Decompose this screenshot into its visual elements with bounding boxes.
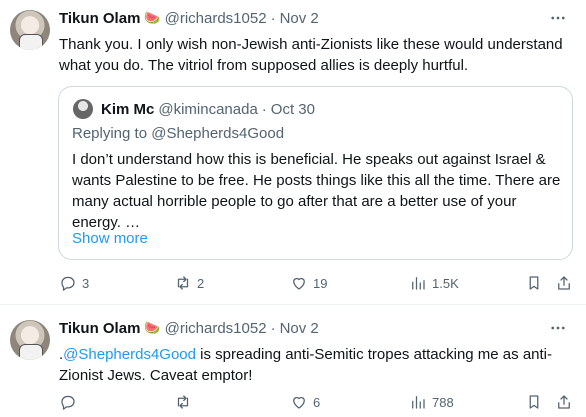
views-bars-icon [412,277,425,290]
replying-to-prefix: Replying to [72,125,152,142]
bookmark-icon [529,276,539,290]
separator-dot: · [270,319,276,337]
share-upload-icon [558,395,570,409]
avatar[interactable] [10,320,50,360]
repost-arrows-icon [177,276,189,290]
replying-to-handle[interactable]: @Shepherds4Good [151,125,284,142]
replying-to-line: Replying to @Shepherds4Good [72,125,284,142]
like-count: 19 [313,275,328,291]
watermelon-emoji: 🍉 [144,320,161,335]
views-button[interactable]: 788 [409,392,454,412]
author-name[interactable]: Tikun Olam [59,10,140,27]
action-bar: 3 2 19 1.5K [59,273,574,293]
more-dots-icon[interactable] [546,8,570,28]
tweet-header: Tikun Olam 🍉 @richards1052 · Nov 2 [59,318,319,338]
more-dots-icon[interactable] [546,318,570,338]
bookmark-button[interactable] [525,392,543,412]
quoted-avatar[interactable] [73,99,93,119]
bookmark-button[interactable] [525,273,543,293]
repost-count: 2 [197,275,205,291]
separator-dot: · [270,9,276,27]
heart-icon [293,396,305,409]
repost-button[interactable] [174,392,197,412]
share-button[interactable] [555,273,573,293]
bookmark-icon [529,395,539,409]
separator-dot: · [261,100,267,118]
share-button[interactable] [555,392,573,412]
tweet-date[interactable]: Nov 2 [280,320,319,337]
mention-link[interactable]: @Shepherds4Good [63,346,196,363]
like-button[interactable]: 19 [290,273,327,293]
watermelon-emoji: 🍉 [144,10,161,25]
share-upload-icon [558,276,570,290]
tweet-text: .@Shepherds4Good is spreading anti-Semit… [59,344,574,386]
views-button[interactable]: 1.5K [409,273,459,293]
action-bar: 6 788 [59,392,574,412]
view-count: 788 [432,394,454,410]
like-count: 6 [313,394,321,410]
reply-button[interactable] [59,392,82,412]
views-bars-icon [412,396,425,409]
author-name[interactable]: Tikun Olam [59,320,140,337]
quoted-date[interactable]: Oct 30 [271,101,315,118]
author-handle[interactable]: @richards1052 [165,320,267,337]
reply-button[interactable]: 3 [59,273,89,293]
repost-arrows-icon [177,395,189,409]
tweet[interactable]: Tikun Olam 🍉 @richards1052 · Nov 2 Thank… [0,0,586,305]
repost-button[interactable]: 2 [174,273,204,293]
tweet-date[interactable]: Nov 2 [280,10,319,27]
tweet[interactable]: Tikun Olam 🍉 @richards1052 · Nov 2 .@She… [0,305,586,417]
heart-icon [293,277,305,290]
quoted-header: Kim Mc @kimincanada · Oct 30 [101,99,315,119]
quoted-text: I don’t understand how this is beneficia… [72,151,561,231]
author-handle[interactable]: @richards1052 [165,10,267,27]
like-button[interactable]: 6 [290,392,320,412]
quoted-tweet[interactable]: Kim Mc @kimincanada · Oct 30 Replying to… [58,86,573,260]
view-count: 1.5K [432,275,459,291]
reply-bubble-icon [61,395,75,410]
reply-bubble-icon [61,276,75,291]
tweet-header: Tikun Olam 🍉 @richards1052 · Nov 2 [59,8,319,28]
avatar[interactable] [10,10,50,50]
tweet-text: Thank you. I only wish non-Jewish anti-Z… [59,36,563,74]
quoted-author-name[interactable]: Kim Mc [101,101,154,118]
quoted-author-handle[interactable]: @kimincanada [158,101,257,118]
reply-count: 3 [82,275,90,291]
show-more-link[interactable]: Show more [72,230,148,247]
